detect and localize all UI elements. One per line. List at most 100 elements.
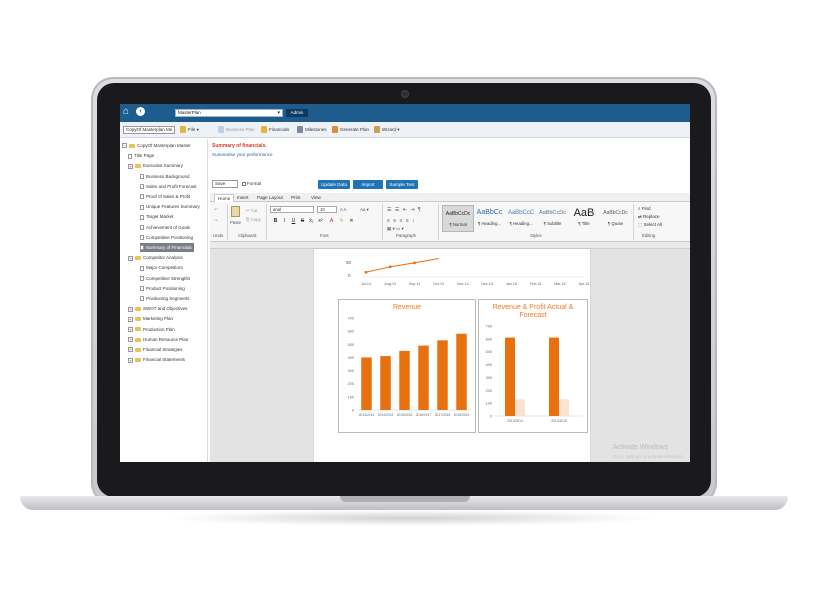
- expand-icon[interactable]: +: [128, 255, 133, 261]
- folder-icon: [135, 358, 141, 362]
- sidebar-item[interactable]: Summary of Financials: [140, 243, 194, 252]
- financials-button[interactable]: Financials: [261, 126, 289, 134]
- revenue-profit-y-tick-label: 400: [486, 363, 492, 367]
- import-button[interactable]: Import: [353, 180, 383, 189]
- list-buttons-icon[interactable]: ☰ ☰ ⇤ ⇥ ¶: [387, 207, 422, 213]
- font-case-icon[interactable]: Aa ▾: [360, 207, 369, 213]
- revenue-profit-y-tick-label: 600: [486, 337, 492, 341]
- sidebar-item[interactable]: + Production Plan: [128, 325, 175, 334]
- generate-plan-button[interactable]: Generate Plan: [332, 126, 369, 134]
- home-icon[interactable]: ⌂: [123, 107, 133, 117]
- tab-print[interactable]: Print: [288, 194, 303, 202]
- save-select[interactable]: Save: [212, 180, 238, 188]
- select-all-button[interactable]: ⬚ Select All: [638, 222, 662, 228]
- ruler: [210, 242, 690, 249]
- back-icon[interactable]: ‹: [136, 107, 145, 116]
- business-plan-button[interactable]: Business Plan: [218, 126, 255, 134]
- sidebar-item[interactable]: Product Positioning: [140, 284, 185, 293]
- expand-icon[interactable]: +: [128, 337, 133, 343]
- sidebar-item[interactable]: + Marketing Plan: [128, 314, 173, 323]
- sidebar-item-label: SWOT and Objectives: [143, 306, 188, 312]
- admin-button[interactable]: Admin: [286, 109, 308, 117]
- sidebar-item[interactable]: + Financial Statements: [128, 355, 185, 364]
- highlight-icon[interactable]: ✎: [338, 218, 345, 225]
- format-checkbox[interactable]: Format: [242, 181, 261, 187]
- font-family-select[interactable]: arial: [270, 206, 314, 213]
- sidebar-item[interactable]: + Financial Strategies: [128, 345, 183, 354]
- milestones-button[interactable]: Milestones: [297, 126, 327, 134]
- sidebar-item[interactable]: Achievement of Goals: [140, 223, 190, 232]
- cut-button[interactable]: ✂ Cut: [246, 208, 257, 214]
- style-option[interactable]: AaBbCcDc ¶ Quote: [600, 205, 632, 232]
- sidebar-item[interactable]: Unique Features Summary: [140, 202, 200, 211]
- sidebar-item[interactable]: − CopyOf Masterplan Master: [122, 141, 191, 150]
- align-buttons-icon[interactable]: ≡ ≡ ≡ ≡ ↕: [387, 218, 416, 224]
- expand-icon[interactable]: +: [128, 326, 133, 332]
- update-data-button[interactable]: Update Data: [318, 180, 350, 189]
- redo-icon[interactable]: ↷: [214, 218, 218, 224]
- style-option[interactable]: AaBbCcC ¶ Heading...: [505, 205, 537, 232]
- wizard-menu[interactable]: Wizard ▾: [374, 126, 400, 134]
- sidebar-item-label: Title Page: [134, 153, 155, 159]
- italic-button[interactable]: I: [281, 218, 288, 225]
- group-paragraph-label: Paragraph: [396, 233, 417, 238]
- font-size-select[interactable]: 10: [317, 206, 337, 213]
- sidebar-item[interactable]: + SWOT and Objectives: [128, 304, 187, 313]
- tab-page-layout[interactable]: Page Layout: [254, 194, 286, 202]
- file-menu[interactable]: File ▾: [180, 126, 199, 134]
- company-select[interactable]: CopyOf Masterplan Me: [123, 126, 175, 134]
- sidebar-item[interactable]: Major Competitors: [140, 263, 183, 272]
- paste-label: Paste: [230, 220, 241, 225]
- bold-button[interactable]: B: [272, 218, 279, 225]
- subscript-button[interactable]: x₂: [308, 218, 315, 225]
- sidebar-item[interactable]: Competitive Positioning: [140, 233, 193, 242]
- sidebar-item[interactable]: + Executive Summary: [128, 161, 183, 170]
- superscript-button[interactable]: x²: [317, 218, 324, 225]
- find-button[interactable]: ⌕ Find: [638, 206, 651, 211]
- line-chart-x-label: Oct-14: [433, 282, 444, 286]
- undo-icon[interactable]: ↶: [214, 207, 218, 213]
- font-grow-icon[interactable]: A A: [340, 207, 346, 212]
- plan-select[interactable]: MasterPlan ▾: [175, 109, 283, 117]
- line-chart-series: [365, 258, 439, 273]
- sidebar-item[interactable]: + Human Resource Plan: [128, 335, 188, 344]
- expand-icon[interactable]: +: [128, 357, 133, 363]
- tab-insert[interactable]: Insert: [234, 194, 252, 202]
- copy-button[interactable]: ⎘ Copy: [246, 217, 261, 222]
- document-icon: [140, 265, 144, 271]
- expand-icon[interactable]: +: [128, 316, 133, 322]
- sidebar-item-label: Summary of Financials: [146, 245, 192, 250]
- replace-button[interactable]: ⇄ Replace: [638, 214, 660, 220]
- style-option[interactable]: AaB ¶ Title: [568, 205, 600, 232]
- expand-icon[interactable]: +: [128, 306, 133, 312]
- sidebar-item[interactable]: Sales and Profit Forecast: [140, 182, 197, 191]
- style-name: ¶ Subtitle: [543, 221, 562, 226]
- sidebar-item[interactable]: Competitive Strengths: [140, 274, 190, 283]
- sidebar-item-label: Achievement of Goals: [146, 224, 191, 230]
- wizard-icon: [374, 126, 380, 134]
- underline-button[interactable]: U: [290, 218, 297, 225]
- strikethrough-button[interactable]: S: [299, 218, 306, 225]
- expand-icon[interactable]: −: [122, 143, 127, 149]
- expand-icon[interactable]: +: [128, 163, 133, 169]
- style-option[interactable]: AaBbCcDc ¶ Subtitle: [537, 205, 569, 232]
- activation-watermark-text: Go to Settings to activate Windows.: [613, 454, 685, 459]
- paste-icon[interactable]: [231, 206, 240, 217]
- generate-icon: [332, 126, 338, 134]
- style-option[interactable]: AaBbCcDc ¶ Normal: [442, 205, 474, 232]
- sidebar-item[interactable]: Positioning Segments: [140, 294, 190, 303]
- font-color-icon[interactable]: A: [328, 218, 335, 225]
- expand-icon[interactable]: +: [128, 347, 133, 353]
- tab-home[interactable]: Home: [214, 194, 235, 202]
- tab-view[interactable]: View: [308, 194, 324, 202]
- sidebar-item[interactable]: Business Background: [140, 172, 190, 181]
- sidebar-item[interactable]: Target Market: [140, 212, 174, 221]
- document-icon: [140, 286, 144, 292]
- sample-text-button[interactable]: Sample Text: [386, 180, 418, 189]
- shading-icon[interactable]: ▦ ▾ ▭ ▾: [387, 226, 404, 232]
- clear-format-icon[interactable]: ✕: [348, 218, 355, 225]
- style-option[interactable]: AaBbCc ¶ Heading...: [474, 205, 506, 232]
- sidebar-item[interactable]: Proof of Sales & Profit: [140, 192, 190, 201]
- sidebar-item[interactable]: Title Page: [128, 151, 154, 160]
- sidebar-item[interactable]: + Competitor Analysis: [128, 253, 183, 262]
